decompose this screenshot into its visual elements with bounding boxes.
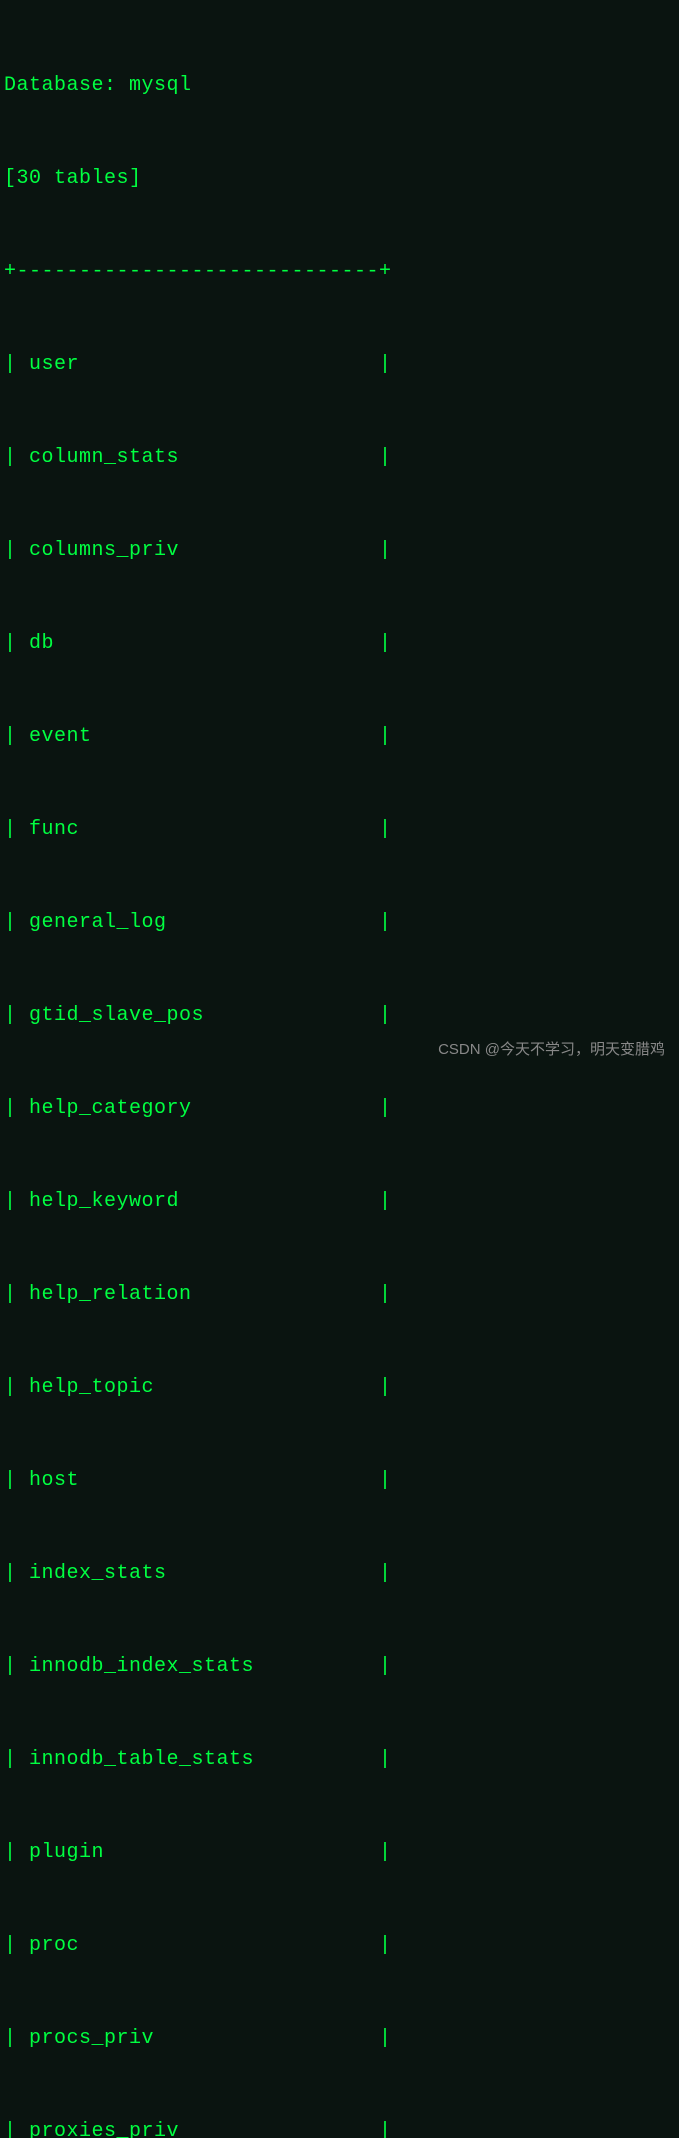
- table-row: | column_stats |: [4, 442, 675, 473]
- table-row: | db |: [4, 628, 675, 659]
- table-row: | gtid_slave_pos |: [4, 1000, 675, 1031]
- table-row: | user |: [4, 349, 675, 380]
- table-row: | proc |: [4, 1930, 675, 1961]
- table-row: | func |: [4, 814, 675, 845]
- table-row: | help_topic |: [4, 1372, 675, 1403]
- table-row: | proxies_priv |: [4, 2116, 675, 2138]
- table-row: | event |: [4, 721, 675, 752]
- table-row: | help_relation |: [4, 1279, 675, 1310]
- table-row: | host |: [4, 1465, 675, 1496]
- database-name-line: Database: mysql: [4, 70, 675, 101]
- table-row: | general_log |: [4, 907, 675, 938]
- watermark-text: CSDN @今天不学习，明天变腊鸡: [438, 1038, 665, 1061]
- table-row: | plugin |: [4, 1837, 675, 1868]
- table-row: | help_keyword |: [4, 1186, 675, 1217]
- table-row: | innodb_table_stats |: [4, 1744, 675, 1775]
- table-row: | procs_priv |: [4, 2023, 675, 2054]
- table-row: | innodb_index_stats |: [4, 1651, 675, 1682]
- table-row: | help_category |: [4, 1093, 675, 1124]
- terminal-output: Database: mysql [30 tables] +-----------…: [4, 8, 675, 2138]
- table-border-top: +-----------------------------+: [4, 256, 675, 287]
- table-row: | columns_priv |: [4, 535, 675, 566]
- table-row: | index_stats |: [4, 1558, 675, 1589]
- table-count-line: [30 tables]: [4, 163, 675, 194]
